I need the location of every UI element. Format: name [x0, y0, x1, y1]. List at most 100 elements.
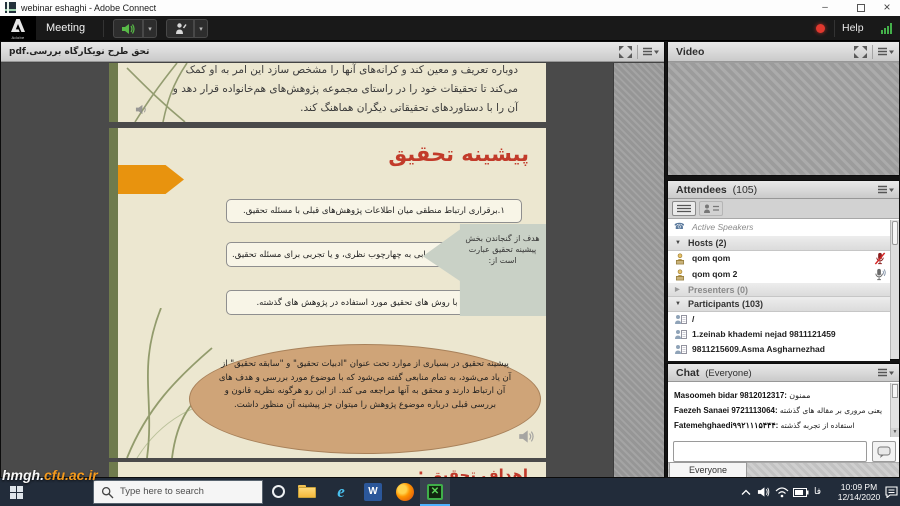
chat-tab-everyone[interactable]: Everyone	[669, 462, 747, 477]
attendee-name: qom qom 2	[692, 267, 737, 282]
pod-menu-icon[interactable]	[878, 368, 894, 378]
taskbar-clock[interactable]: 10:09 PM 12/14/2020	[830, 483, 888, 502]
presenters-group-header[interactable]: ▶ Presenters (0)	[668, 283, 890, 297]
share-pod: تحق طرح نویکارگاه بررسی.pdf دوباره تعریف…	[0, 41, 665, 478]
search-placeholder: Type here to search	[120, 481, 204, 503]
chat-message: Faezeh Sanaei 9721113064: یعنی مروری بر …	[674, 403, 887, 418]
attendee-name: qom qom	[692, 251, 730, 266]
chat-text: ممنون	[789, 391, 810, 400]
active-speakers-row: ☎ Active Speakers	[668, 220, 890, 236]
recording-indicator	[816, 24, 825, 33]
scrollbar-thumb[interactable]	[892, 221, 898, 245]
ellipse-text: پیشینه تحقیق در بسیاری از موارد تحت عنوا…	[218, 358, 512, 412]
attendee-name: 9811215609.Asma Asgharnezhad	[692, 342, 825, 357]
participants-group-label: Participants (103)	[688, 297, 763, 312]
phone-icon: ☎	[674, 220, 685, 235]
tray-chevron-icon[interactable]	[741, 489, 751, 496]
speaker-dropdown[interactable]: ▾	[143, 19, 157, 38]
chat-input[interactable]	[673, 441, 867, 462]
minimize-button[interactable]: –	[814, 0, 836, 16]
menu-meeting[interactable]: Meeting	[46, 16, 85, 41]
orange-arrow-shape	[118, 165, 184, 194]
chat-sender: Faezeh Sanaei 9721113064:	[674, 406, 778, 415]
attendee-row[interactable]: 1.zeinab khademi nejad 9811121459	[668, 327, 890, 342]
attendee-row[interactable]: /	[668, 312, 890, 327]
tray-language-indicator[interactable]: فا	[814, 478, 821, 506]
action-center-icon[interactable]	[885, 486, 898, 498]
chat-scrollbar[interactable]: ▼	[890, 383, 899, 437]
adobe-logo[interactable]: Adobe	[0, 16, 36, 41]
chat-text: استفاده از تجربه گذشته	[781, 421, 855, 430]
list-view-button[interactable]	[672, 201, 696, 216]
fullscreen-icon[interactable]	[619, 46, 632, 58]
attendee-row[interactable]: 9811215609.Asma Asgharnezhad	[668, 342, 890, 361]
breakout-view-button[interactable]	[699, 201, 723, 216]
video-empty-area	[668, 63, 899, 175]
adobe-connect-taskbar-slot[interactable]: ✕	[420, 478, 450, 506]
tray-wifi-icon[interactable]	[775, 486, 789, 498]
taskbar-search[interactable]: Type here to search	[93, 480, 263, 504]
expanded-triangle-icon: ▼	[675, 236, 681, 251]
chat-pod: Chat (Everyone) Masoomeh bidar 981201231…	[667, 363, 900, 478]
microphone-active-icon[interactable]	[874, 268, 886, 281]
internet-explorer-icon[interactable]: e	[332, 483, 350, 501]
participant-icon	[674, 344, 687, 355]
cortana-icon[interactable]	[272, 485, 285, 498]
chat-title-text: Chat	[676, 367, 699, 379]
attendees-scrollbar[interactable]	[890, 220, 899, 359]
scrollbar-down-arrow[interactable]: ▼	[891, 428, 899, 437]
collapsed-triangle-icon: ▶	[675, 283, 680, 297]
slide-current: پیشینه تحقیق ۱.برقراری ارتباط منطقی میان…	[109, 128, 546, 458]
participant-icon	[674, 314, 687, 325]
windows-taskbar: Type here to search e W ✕ فا 10:09 PM 12…	[0, 478, 900, 506]
connection-signal-icon[interactable]	[881, 23, 895, 34]
audio-speaker-icon[interactable]	[135, 103, 148, 116]
clock-date: 12/14/2020	[830, 493, 888, 503]
chat-scope: (Everyone)	[705, 368, 751, 379]
pod-menu-icon[interactable]	[878, 47, 894, 57]
chat-bubble-icon	[877, 446, 891, 458]
attendee-name: 1.zeinab khademi nejad 9811121459	[692, 327, 836, 342]
close-button[interactable]: ×	[876, 0, 898, 16]
slide-next: اهداف تحقیق :	[109, 462, 546, 477]
chat-send-button[interactable]	[872, 441, 896, 462]
menu-bar: Adobe Meeting ▾ ▾ Help	[0, 16, 900, 41]
slide-text-line: آن را با دستاوردهای تحقیقاتی دیگران هماه…	[300, 102, 518, 114]
tray-volume-icon[interactable]	[757, 486, 770, 498]
chat-pod-header: Chat (Everyone)	[668, 364, 899, 382]
speaker-icon	[121, 23, 135, 35]
attendees-pod-header: Attendees (105)	[668, 181, 899, 199]
status-button[interactable]	[166, 19, 194, 38]
scrollbar-thumb[interactable]	[892, 384, 898, 398]
word-icon[interactable]: W	[364, 483, 382, 501]
microphone-muted-icon[interactable]	[874, 252, 886, 265]
window-title-bar: webinar eshaghi - Adobe Connect – ×	[0, 0, 900, 16]
status-dropdown[interactable]: ▾	[194, 19, 208, 38]
host-icon	[674, 253, 686, 265]
participant-icon	[674, 329, 687, 340]
chevron-down-icon: ▾	[148, 25, 152, 33]
slide-previous: دوباره تعریف و معین کند و کرانه‌های آنها…	[109, 63, 546, 122]
attendee-row-host[interactable]: qom qom 2	[668, 267, 890, 283]
firefox-icon[interactable]	[396, 483, 414, 501]
menu-divider	[103, 20, 104, 37]
participants-group-header[interactable]: ▼ Participants (103)	[668, 297, 890, 312]
chat-sender: Fatemehghaedi۹۹۲۱۱۱۵۴۴۴:	[674, 421, 778, 430]
expanded-triangle-icon: ▼	[675, 297, 681, 312]
tray-battery-icon[interactable]	[793, 488, 809, 497]
pod-menu-icon[interactable]	[643, 47, 659, 57]
file-explorer-icon[interactable]	[298, 483, 316, 501]
attendee-row-host[interactable]: qom qom	[668, 251, 890, 267]
chat-text: یعنی مروری بر مقاله های گذشته	[780, 406, 882, 415]
menu-help[interactable]: Help	[842, 16, 864, 41]
slide-bullet-box: ۱.برقراری ارتباط منطقی میان اطلاعات پژوه…	[226, 199, 522, 223]
audio-speaker-icon[interactable]	[518, 429, 535, 444]
start-button[interactable]	[10, 486, 23, 499]
pod-menu-icon[interactable]	[878, 185, 894, 195]
speaker-button[interactable]	[113, 19, 143, 38]
attendees-toolbar	[668, 199, 899, 219]
hosts-group-header[interactable]: ▼ Hosts (2)	[668, 236, 890, 251]
fullscreen-icon[interactable]	[854, 46, 867, 58]
maximize-icon	[857, 4, 865, 12]
attendees-count: (105)	[733, 184, 758, 196]
